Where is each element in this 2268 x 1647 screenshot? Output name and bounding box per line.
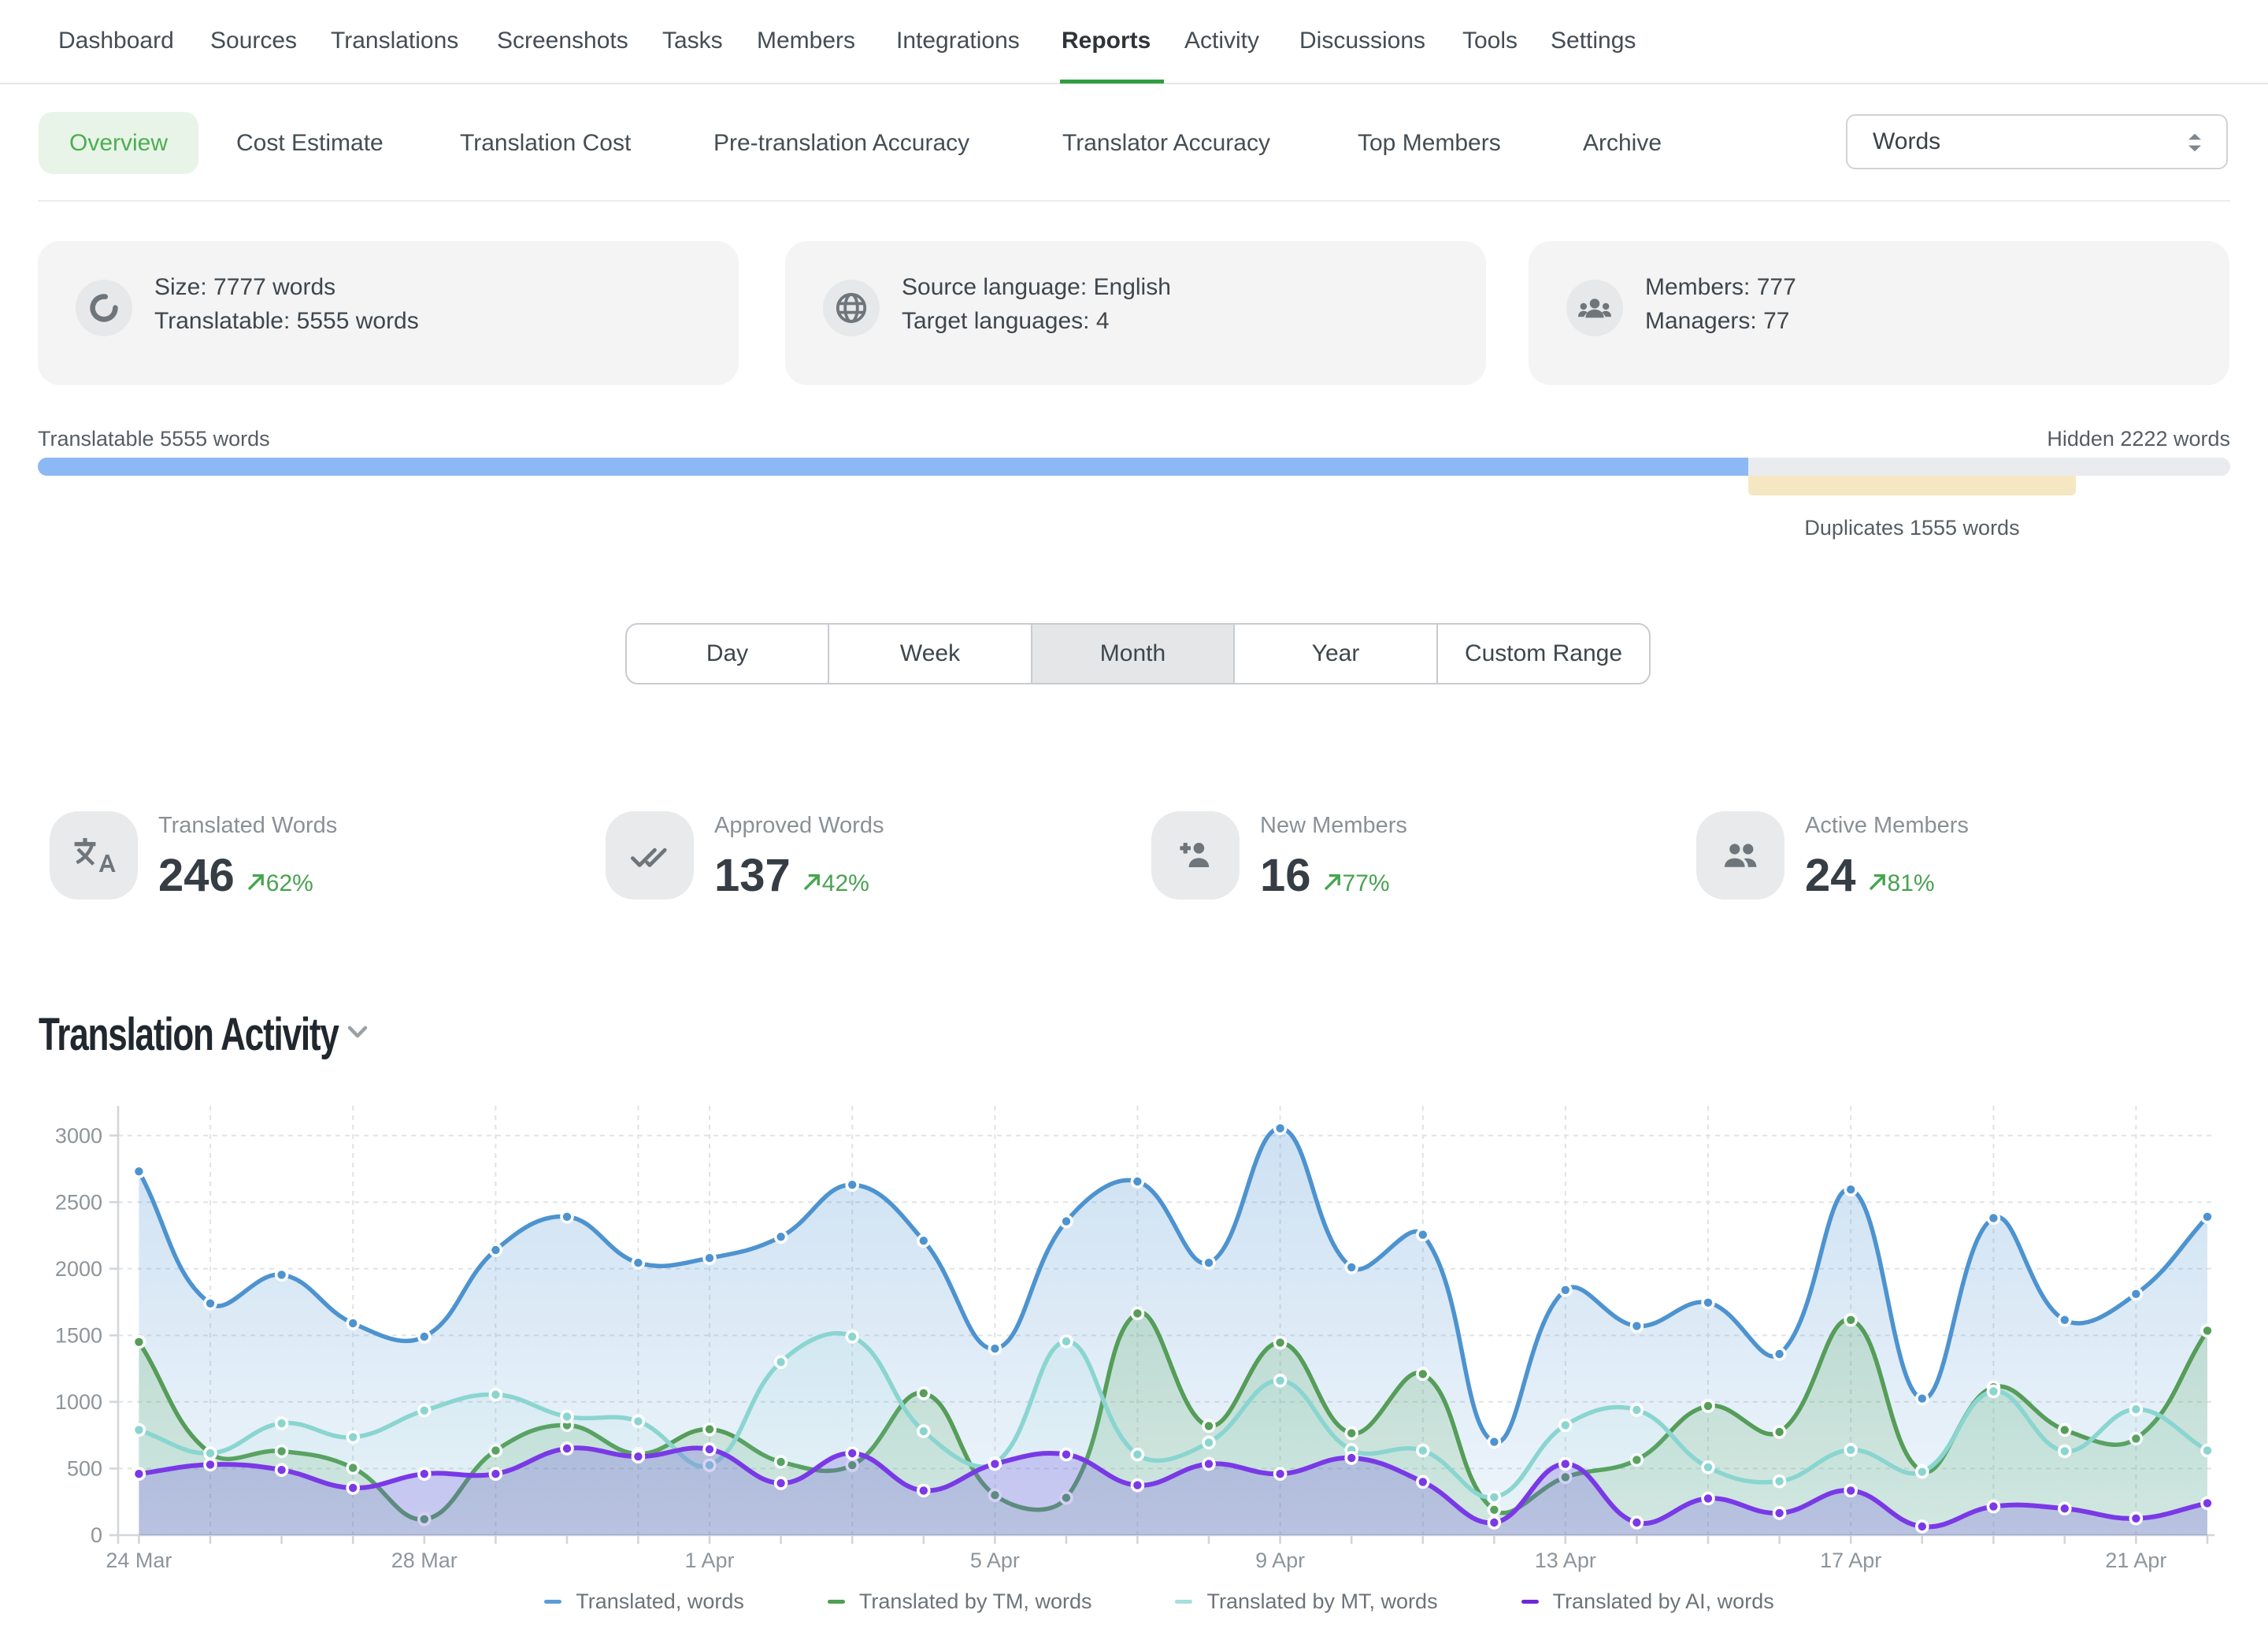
svg-text:13 Apr: 13 Apr [1535, 1549, 1596, 1572]
svg-text:0: 0 [91, 1523, 102, 1547]
svg-text:17 Apr: 17 Apr [1820, 1549, 1881, 1572]
svg-text:3000: 3000 [55, 1124, 102, 1148]
svg-text:21 Apr: 21 Apr [2105, 1549, 2166, 1572]
svg-text:1500: 1500 [55, 1324, 102, 1348]
svg-text:9 Apr: 9 Apr [1255, 1549, 1305, 1572]
svg-text:500: 500 [67, 1457, 102, 1481]
svg-text:1000: 1000 [55, 1390, 102, 1414]
svg-text:2000: 2000 [55, 1257, 102, 1281]
svg-text:1 Apr: 1 Apr [684, 1549, 734, 1572]
svg-text:28 Mar: 28 Mar [391, 1549, 458, 1572]
svg-text:24 Mar: 24 Mar [106, 1549, 172, 1572]
svg-text:5 Apr: 5 Apr [970, 1549, 1020, 1572]
svg-text:2500: 2500 [55, 1190, 102, 1214]
